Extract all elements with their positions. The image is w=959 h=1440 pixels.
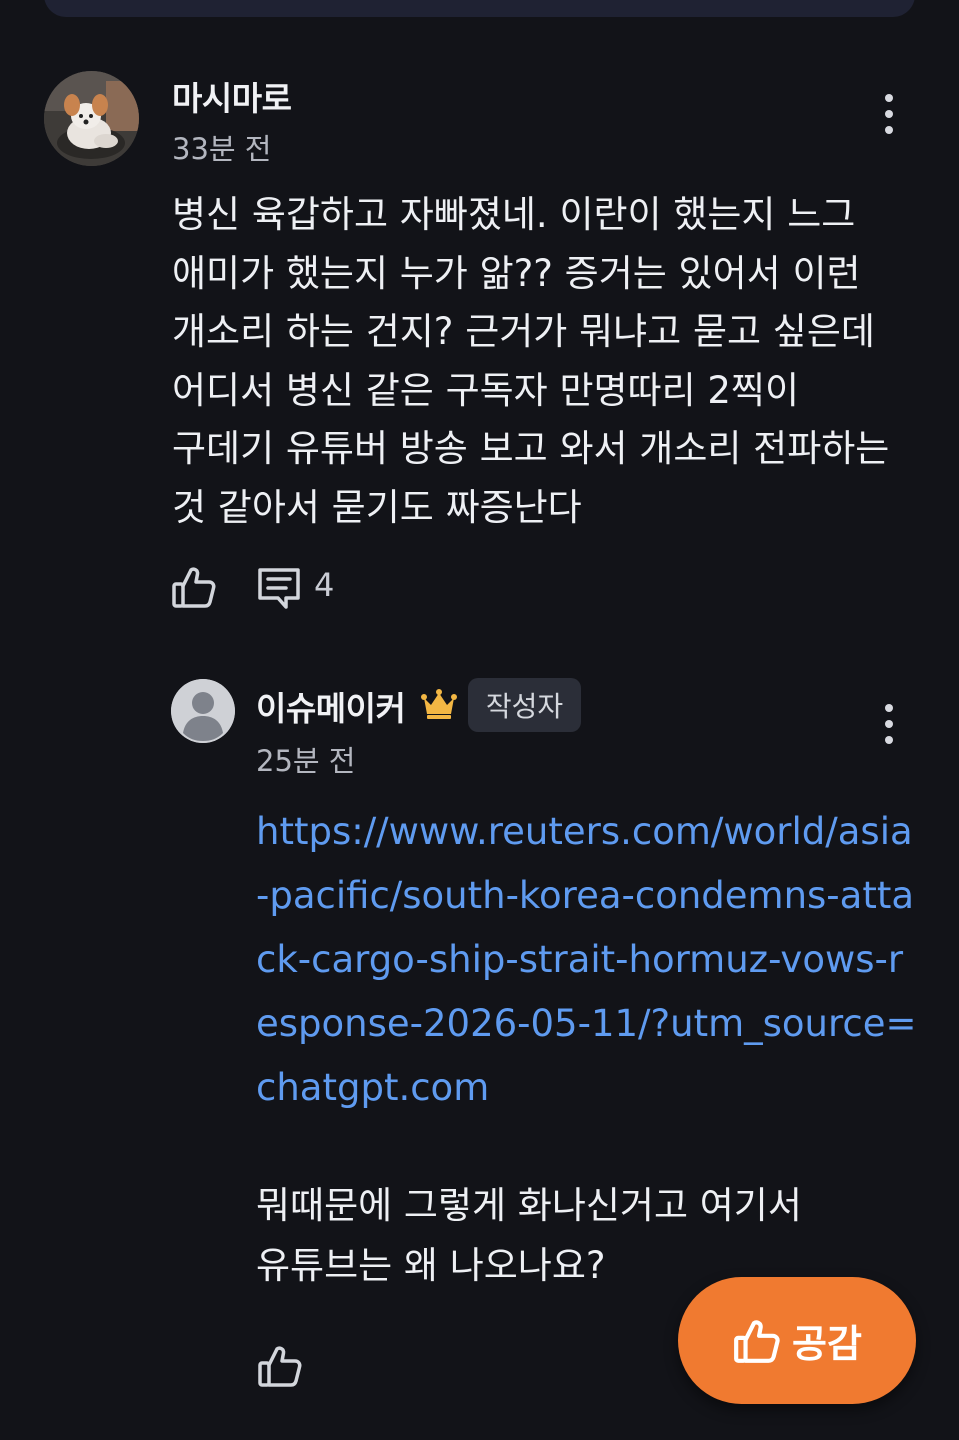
thumbs-up-icon[interactable] xyxy=(170,563,218,611)
comment-thread-page: 마시마로 33분 전 병신 육갑하고 자빠졌네. 이란이 했는지 느그 애미가 … xyxy=(0,0,959,1440)
avatar[interactable] xyxy=(44,71,139,166)
reply-author[interactable]: 이슈메이커 xyxy=(256,682,406,730)
empathy-button[interactable]: 공감 xyxy=(678,1277,916,1404)
person-icon[interactable] xyxy=(171,679,235,743)
reply-icon[interactable] xyxy=(256,565,302,611)
reply-link[interactable]: https://www.reuters.com/world/asia-pacif… xyxy=(256,800,924,1120)
previous-card xyxy=(44,0,915,17)
comment-author[interactable]: 마시마로 xyxy=(172,72,292,120)
more-vertical-icon[interactable] xyxy=(874,92,904,136)
thumbs-up-icon xyxy=(734,1319,780,1363)
comment-time: 33분 전 xyxy=(172,132,272,166)
thumbs-up-icon[interactable] xyxy=(256,1342,304,1390)
reply-time: 25분 전 xyxy=(256,744,356,778)
comment-body: 병신 육갑하고 자빠졌네. 이란이 했는지 느그 애미가 했는지 누가 앎?? … xyxy=(172,193,890,529)
author-badge: 작성자 xyxy=(468,678,581,732)
more-vertical-icon[interactable] xyxy=(874,702,904,746)
avatar-dog-image xyxy=(44,71,139,166)
empathy-label: 공감 xyxy=(792,1322,862,1366)
reply-count[interactable]: 4 xyxy=(314,566,334,604)
crown-icon xyxy=(420,688,458,720)
